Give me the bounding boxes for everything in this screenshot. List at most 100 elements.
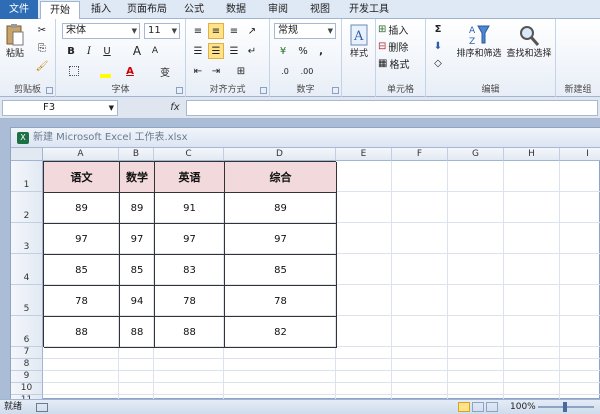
- clipboard-launcher-icon[interactable]: [46, 87, 53, 94]
- font-launcher-icon[interactable]: [176, 87, 183, 94]
- column-header[interactable]: G: [448, 148, 504, 161]
- paste-button[interactable]: 粘贴: [2, 23, 28, 60]
- table-cell[interactable]: 83: [155, 255, 225, 286]
- row-header[interactable]: 4: [11, 254, 43, 285]
- column-header[interactable]: B: [119, 148, 154, 161]
- column-header[interactable]: E: [336, 148, 392, 161]
- formula-input[interactable]: [186, 100, 598, 116]
- column-header[interactable]: H: [504, 148, 560, 161]
- border-icon[interactable]: [64, 63, 84, 79]
- select-all-corner[interactable]: [11, 148, 43, 161]
- column-header[interactable]: D: [224, 148, 336, 161]
- font-size-combo[interactable]: 11 ▼: [144, 23, 180, 39]
- comma-button[interactable]: ,: [314, 43, 328, 59]
- row-header[interactable]: 2: [11, 192, 43, 223]
- column-header[interactable]: A: [43, 148, 119, 161]
- tab-page-layout[interactable]: 页面布局: [122, 1, 172, 19]
- tab-home[interactable]: 开始: [40, 1, 80, 20]
- align-middle-icon[interactable]: ≡: [208, 23, 224, 39]
- table-cell[interactable]: 88: [155, 317, 225, 348]
- table-cell[interactable]: 78: [155, 286, 225, 317]
- normal-view-icon[interactable]: [458, 402, 470, 412]
- table-cell[interactable]: 97: [225, 224, 337, 255]
- table-cell[interactable]: 97: [44, 224, 120, 255]
- table-cell[interactable]: 85: [120, 255, 155, 286]
- wrap-text-icon[interactable]: ↵: [244, 43, 260, 59]
- row-header[interactable]: 10: [11, 383, 43, 395]
- tab-file[interactable]: 文件: [0, 0, 38, 19]
- decrease-indent-icon[interactable]: ⇤: [190, 63, 206, 79]
- tab-developer[interactable]: 开发工具: [344, 1, 394, 19]
- cut-icon[interactable]: ✂: [34, 23, 50, 37]
- table-cell[interactable]: 85: [44, 255, 120, 286]
- align-bottom-icon[interactable]: ≡: [226, 23, 242, 39]
- phonetic-button[interactable]: 变: [156, 63, 174, 79]
- table-cell[interactable]: 85: [225, 255, 337, 286]
- row-header[interactable]: 5: [11, 285, 43, 316]
- insert-function-button[interactable]: fx: [166, 100, 184, 116]
- italic-button[interactable]: I: [82, 43, 96, 59]
- grow-font-button[interactable]: A: [130, 43, 144, 59]
- table-cell[interactable]: 78: [225, 286, 337, 317]
- header-cell-english[interactable]: 英语: [155, 162, 225, 193]
- row-header[interactable]: 9: [11, 371, 43, 383]
- table-cell[interactable]: 89: [120, 193, 155, 224]
- percent-button[interactable]: %: [296, 43, 310, 59]
- macro-record-icon[interactable]: [36, 403, 48, 412]
- tab-view[interactable]: 视图: [300, 1, 340, 19]
- merge-cells-icon[interactable]: ⊞: [230, 63, 252, 79]
- format-cells-button[interactable]: ▦ 格式: [378, 56, 424, 71]
- page-layout-view-icon[interactable]: [472, 402, 484, 412]
- tab-data[interactable]: 数据: [216, 1, 256, 19]
- format-painter-icon[interactable]: 🖌: [34, 59, 50, 73]
- header-cell-chinese[interactable]: 语文: [44, 162, 120, 193]
- alignment-launcher-icon[interactable]: [260, 87, 267, 94]
- orientation-icon[interactable]: ↗: [244, 23, 260, 39]
- row-header[interactable]: 8: [11, 359, 43, 371]
- font-name-combo[interactable]: 宋体 ▼: [62, 23, 140, 39]
- bold-button[interactable]: B: [64, 43, 78, 59]
- align-center-icon[interactable]: ☰: [208, 43, 224, 59]
- shrink-font-button[interactable]: A: [148, 43, 162, 59]
- copy-icon[interactable]: ⎘: [34, 41, 50, 55]
- tab-insert[interactable]: 插入: [82, 1, 120, 19]
- table-cell[interactable]: 97: [155, 224, 225, 255]
- align-left-icon[interactable]: ☰: [190, 43, 206, 59]
- tab-formulas[interactable]: 公式: [174, 1, 214, 19]
- fill-color-icon[interactable]: [96, 63, 114, 79]
- tab-review[interactable]: 审阅: [258, 1, 298, 19]
- fill-icon[interactable]: ⬇: [430, 39, 446, 54]
- increase-indent-icon[interactable]: ⇥: [208, 63, 224, 79]
- table-cell[interactable]: 89: [225, 193, 337, 224]
- increase-decimal-icon[interactable]: .0: [276, 63, 294, 79]
- currency-icon[interactable]: ¥: [274, 43, 292, 59]
- table-cell[interactable]: 91: [155, 193, 225, 224]
- table-cell[interactable]: 97: [120, 224, 155, 255]
- table-cell[interactable]: 82: [225, 317, 337, 348]
- align-top-icon[interactable]: ≡: [190, 23, 206, 39]
- table-cell[interactable]: 78: [44, 286, 120, 317]
- column-header[interactable]: C: [154, 148, 224, 161]
- number-launcher-icon[interactable]: [332, 87, 339, 94]
- row-header[interactable]: 1: [11, 161, 43, 192]
- column-header[interactable]: F: [392, 148, 448, 161]
- insert-cells-button[interactable]: ⊞ 插入: [378, 22, 424, 37]
- align-right-icon[interactable]: ☰: [226, 43, 242, 59]
- row-header[interactable]: 7: [11, 347, 43, 359]
- decrease-decimal-icon[interactable]: .00: [298, 63, 316, 79]
- table-cell[interactable]: 94: [120, 286, 155, 317]
- styles-button[interactable]: A 样式: [344, 23, 374, 60]
- delete-cells-button[interactable]: ⊟ 删除: [378, 39, 424, 54]
- name-box[interactable]: F3 ▼: [2, 100, 118, 116]
- row-header[interactable]: 3: [11, 223, 43, 254]
- find-select-button[interactable]: 查找和选择: [504, 23, 554, 60]
- zoom-slider-handle[interactable]: [563, 402, 567, 412]
- page-break-view-icon[interactable]: [486, 402, 498, 412]
- sort-filter-button[interactable]: AZ 排序和筛选: [454, 23, 504, 60]
- autosum-button[interactable]: Σ: [430, 22, 446, 37]
- clear-icon[interactable]: ◇: [430, 56, 446, 71]
- worksheet-grid[interactable]: A B C D E F G H I 1 2 3 4 5 6 7 8 9 10 11 语文 数学 英语 综合 89 89 91 89 97…: [11, 148, 600, 400]
- zoom-level[interactable]: 100%: [510, 400, 536, 414]
- font-color-button[interactable]: A: [122, 63, 138, 79]
- table-cell[interactable]: 89: [44, 193, 120, 224]
